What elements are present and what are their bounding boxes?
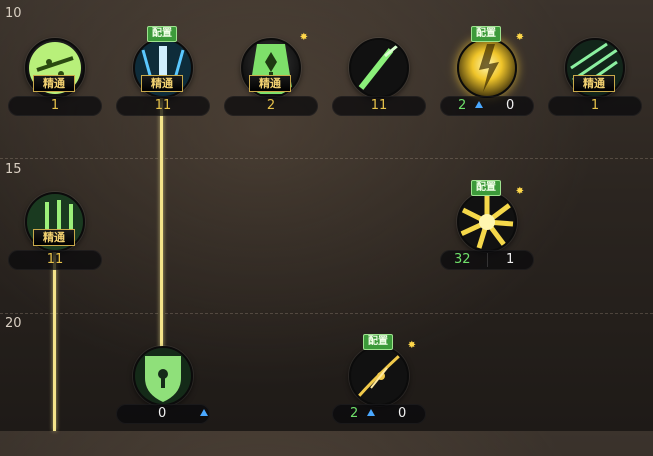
equipped-badge: 配置: [363, 334, 393, 350]
master-tag: 精通: [33, 229, 75, 246]
level-label-20: 20: [5, 316, 22, 331]
skill-level-bar: 32 1: [440, 250, 534, 270]
master-tag: 精通: [249, 75, 291, 92]
skill-level-bar: 1: [548, 96, 642, 116]
skill-level-bar: 2 0: [332, 404, 426, 424]
bar-separator: [487, 253, 488, 267]
upgrade-arrow-icon: [367, 409, 375, 416]
upgrade-arrow-icon: [200, 409, 208, 416]
skill-level-bar: 11: [8, 250, 102, 270]
lightning-burst-skill-icon: [457, 38, 517, 98]
skill-node-10-3[interactable]: ✸ 精通 2: [224, 32, 322, 148]
row-divider: [0, 158, 653, 159]
skill-level-value: 2: [350, 406, 359, 421]
skill-level-value: 1: [50, 98, 60, 113]
star-icon: ✸: [515, 186, 524, 197]
skill-level-bar: 11: [116, 96, 210, 116]
skill-node-10-1[interactable]: 精通 1: [8, 38, 106, 148]
skill-level-bar: 1: [8, 96, 102, 116]
skill-level-value: 32: [454, 252, 471, 267]
level-label-15: 15: [5, 162, 22, 177]
skill-node-15-2[interactable]: 配置 ✸ 32 1: [440, 180, 538, 302]
equipped-badge: 配置: [471, 26, 501, 42]
star-icon: ✸: [515, 32, 524, 43]
skill-node-10-5[interactable]: 配置 ✸ 2 0: [440, 26, 538, 148]
upgrade-arrow-icon: [475, 101, 483, 108]
skill-extra-value: 0: [398, 406, 407, 421]
skill-node-10-6[interactable]: 精通 1: [548, 38, 646, 148]
skill-level-value: 0: [158, 406, 167, 421]
skill-level-bar: 2 0: [440, 96, 534, 116]
master-tag: 精通: [141, 75, 183, 92]
skill-level-value: 2: [266, 98, 276, 113]
skill-extra-value: 0: [506, 98, 515, 113]
skill-extra-value: 1: [506, 252, 515, 267]
equipped-badge: 配置: [147, 26, 177, 42]
skill-node-10-4[interactable]: 11: [332, 38, 430, 148]
skill-level-value: 2: [458, 98, 467, 113]
slash-skill-icon: [349, 38, 409, 98]
master-tag: 精通: [573, 75, 615, 92]
star-icon: ✸: [407, 340, 416, 351]
equipped-badge: 配置: [471, 180, 501, 196]
skill-level-bar: 11: [332, 96, 426, 116]
skill-level-value: 11: [370, 98, 388, 113]
skill-node-15-1[interactable]: 精通 11: [8, 192, 106, 302]
shield-lock-skill-icon: [133, 346, 193, 406]
skill-level-bar: 2: [224, 96, 318, 116]
row-divider: [0, 313, 653, 314]
skill-level-value: 11: [46, 252, 64, 267]
skill-node-10-2[interactable]: 配置 精通 11: [116, 26, 214, 148]
skill-level-value: 1: [590, 98, 600, 113]
whip-strike-skill-icon: [349, 346, 409, 406]
master-tag: 精通: [33, 75, 75, 92]
skill-level-value: 11: [154, 98, 172, 113]
skill-level-bar: 0: [116, 404, 210, 424]
skill-node-20-2[interactable]: 配置 ✸ 2 0: [332, 334, 430, 456]
skill-node-20-1[interactable]: 0: [116, 346, 214, 456]
level-label-10: 10: [5, 6, 22, 21]
radiant-burst-skill-icon: [457, 192, 517, 252]
star-icon: ✸: [299, 32, 308, 43]
